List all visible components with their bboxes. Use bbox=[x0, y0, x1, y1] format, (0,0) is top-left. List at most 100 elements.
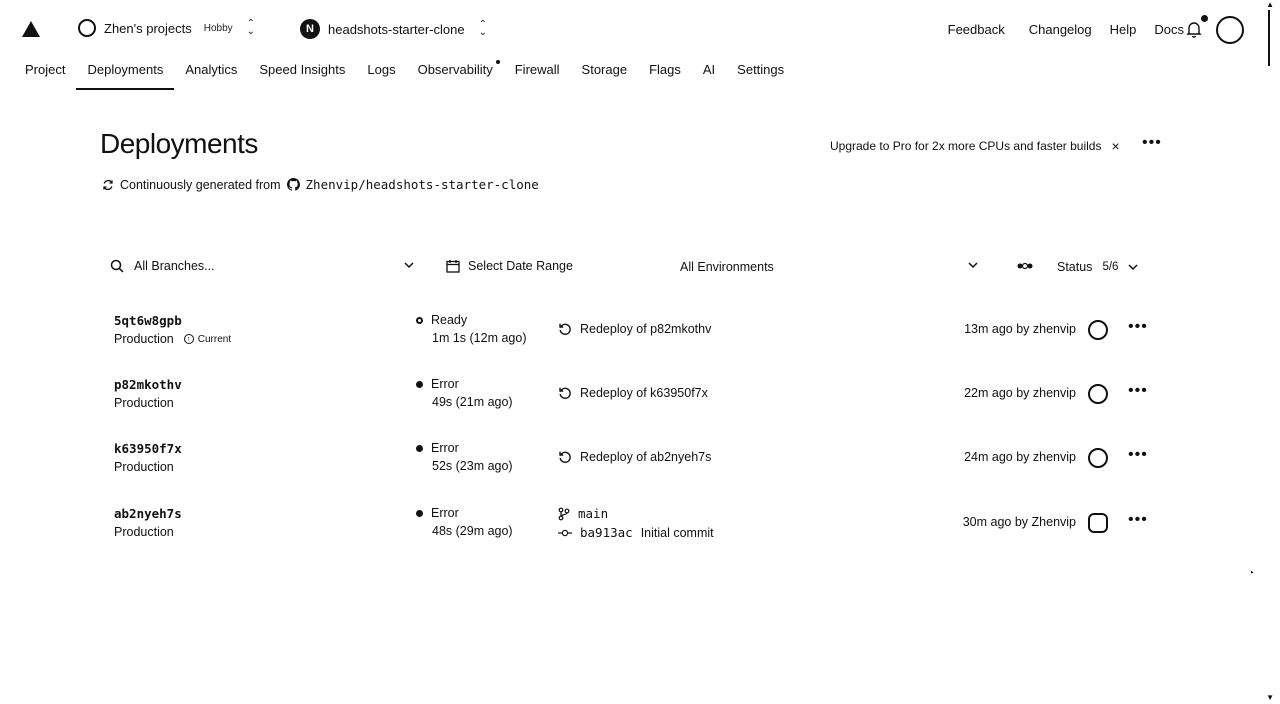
author-avatar bbox=[1088, 448, 1108, 468]
commit-message: Initial commit bbox=[640, 525, 714, 540]
tab-firewall[interactable]: Firewall bbox=[504, 60, 571, 90]
user-avatar[interactable] bbox=[1216, 16, 1244, 44]
current-icon: ↑ bbox=[183, 334, 194, 344]
deployment-source-text: Redeploy of k63950f7x bbox=[580, 386, 708, 400]
deployment-source-text: Redeploy of p82mkothv bbox=[580, 322, 712, 336]
tab-flags[interactable]: Flags bbox=[638, 60, 692, 90]
author-avatar bbox=[1088, 384, 1108, 404]
new-indicator-dot bbox=[495, 60, 500, 64]
deployment-duration: 52s (23m ago) bbox=[432, 459, 513, 473]
refresh-icon bbox=[103, 179, 113, 190]
row-more-menu-icon[interactable]: ••• bbox=[1128, 511, 1148, 529]
project-switcher[interactable]: N headshots-starter-clone ⌃ ⌄ bbox=[300, 19, 487, 39]
deployment-duration: 49s (21m ago) bbox=[432, 395, 513, 409]
source-info: Continuously generated from Zhenvip/head… bbox=[102, 177, 539, 192]
page-title: Deployments bbox=[100, 128, 258, 159]
current-badge: ↑ Current bbox=[183, 334, 231, 345]
close-icon[interactable]: × bbox=[1111, 138, 1119, 154]
deployment-source: main ba913ac Initial commit bbox=[558, 506, 714, 540]
status-colors-icon[interactable] bbox=[1017, 261, 1033, 271]
branch-name[interactable]: main bbox=[578, 506, 608, 521]
chevron-updown-icon[interactable]: ⌃ ⌄ bbox=[247, 19, 255, 37]
github-icon bbox=[286, 178, 300, 191]
deployment-environment: Production bbox=[114, 525, 174, 539]
deployment-id-cell: ab2nyeh7s Production bbox=[114, 506, 182, 539]
environment-filter[interactable]: All Environments bbox=[680, 260, 774, 274]
deployment-duration: 1m 1s (12m ago) bbox=[432, 331, 527, 345]
deployment-row[interactable]: p82mkothv Production Error 49s (21m ago)… bbox=[100, 377, 1160, 427]
deployment-row[interactable]: k63950f7x Production Error 52s (23m ago)… bbox=[100, 441, 1160, 491]
repo-link[interactable]: Zhenvip/headshots-starter-clone bbox=[306, 177, 539, 192]
changelog-link[interactable]: Changelog bbox=[1029, 22, 1092, 37]
team-avatar bbox=[78, 19, 96, 37]
row-more-menu-icon[interactable]: ••• bbox=[1128, 446, 1148, 464]
status-error-dot bbox=[416, 444, 423, 452]
top-bar: Zhen's projects Hobby ⌃ ⌄ N headshots-sta… bbox=[0, 0, 1280, 60]
chevron-down-icon[interactable] bbox=[404, 260, 414, 270]
deployment-status-cell: Error 48s (29m ago) bbox=[416, 506, 513, 538]
tab-deployments[interactable]: Deployments bbox=[76, 60, 175, 90]
upgrade-link[interactable]: Upgrade to Pro for 2x more CPUs and fast… bbox=[830, 139, 1101, 153]
deployment-id[interactable]: k63950f7x bbox=[114, 441, 182, 456]
deployment-source: Redeploy of k63950f7x bbox=[558, 386, 708, 400]
branch-filter-placeholder: All Branches... bbox=[134, 259, 215, 273]
deployment-id-cell: p82mkothv Production bbox=[114, 377, 182, 410]
chevron-updown-icon[interactable]: ⌃ ⌄ bbox=[479, 20, 487, 38]
deployment-source-text: Redeploy of ab2nyeh7s bbox=[580, 450, 712, 464]
date-range-label: Select Date Range bbox=[468, 259, 573, 273]
docs-link[interactable]: Docs bbox=[1154, 22, 1184, 37]
git-branch-icon bbox=[558, 507, 570, 520]
tab-ai[interactable]: AI bbox=[692, 60, 726, 90]
notification-bell-icon[interactable] bbox=[1186, 20, 1202, 38]
vercel-logo-icon[interactable] bbox=[22, 21, 40, 37]
deployment-status: Ready bbox=[431, 313, 468, 327]
tab-observability[interactable]: Observability bbox=[407, 60, 504, 90]
branch-filter[interactable]: All Branches... bbox=[110, 259, 215, 273]
row-more-menu-icon[interactable]: ••• bbox=[1128, 318, 1148, 336]
tab-speed-insights[interactable]: Speed Insights bbox=[248, 60, 356, 90]
page-more-menu-icon[interactable]: ••• bbox=[1142, 134, 1162, 152]
scroll-up-arrow-icon[interactable]: ▲ bbox=[1266, 0, 1274, 9]
scroll-down-arrow-icon[interactable]: ▼ bbox=[1266, 693, 1274, 702]
team-switcher[interactable]: Zhen's projects Hobby ⌃ ⌄ bbox=[78, 19, 255, 37]
deployment-status-cell: Ready 1m 1s (12m ago) bbox=[416, 313, 526, 345]
notification-dot bbox=[1201, 15, 1208, 22]
deployment-row[interactable]: ab2nyeh7s Production Error 48s (29m ago)… bbox=[100, 506, 1160, 556]
chevron-down-icon bbox=[1128, 264, 1138, 271]
deployment-time-author: 30m ago by Zhenvip bbox=[962, 515, 1076, 529]
top-links: Feedback Changelog Help Docs bbox=[948, 22, 1184, 37]
tab-storage[interactable]: Storage bbox=[571, 60, 639, 90]
calendar-icon bbox=[446, 260, 460, 273]
team-name: Zhen's projects bbox=[104, 20, 192, 36]
date-range-picker[interactable]: Select Date Range bbox=[446, 259, 573, 273]
deployment-id[interactable]: 5qt6w8gpb bbox=[114, 313, 231, 328]
git-commit-icon bbox=[558, 529, 572, 536]
scrollbar-thumb[interactable] bbox=[1268, 10, 1270, 66]
tab-analytics[interactable]: Analytics bbox=[174, 60, 248, 90]
status-filter[interactable]: Status 5/6 bbox=[1057, 260, 1138, 274]
deployment-environment: Production bbox=[114, 332, 174, 346]
author-avatar bbox=[1088, 320, 1108, 340]
deployment-time-author: 24m ago by zhenvip bbox=[964, 450, 1076, 464]
deployment-row[interactable]: 5qt6w8gpb Production ↑ Current Ready 1m … bbox=[100, 313, 1160, 363]
deployment-time-author: 13m ago by zhenvip bbox=[964, 322, 1076, 336]
deployment-status-cell: Error 52s (23m ago) bbox=[416, 441, 513, 473]
deployment-id[interactable]: p82mkothv bbox=[114, 377, 182, 392]
tab-project[interactable]: Project bbox=[14, 60, 76, 90]
deployment-id[interactable]: ab2nyeh7s bbox=[114, 506, 182, 521]
chevron-down-icon[interactable] bbox=[968, 260, 978, 270]
deployment-id-cell: k63950f7x Production bbox=[114, 441, 182, 474]
status-ready-dot bbox=[416, 316, 423, 324]
help-link[interactable]: Help bbox=[1110, 22, 1137, 37]
commit-hash[interactable]: ba913ac bbox=[580, 525, 633, 540]
deployment-source: Redeploy of p82mkothv bbox=[558, 322, 711, 336]
feedback-link[interactable]: Feedback bbox=[948, 22, 1005, 37]
author-avatar bbox=[1088, 513, 1108, 533]
tab-settings[interactable]: Settings bbox=[726, 60, 795, 90]
tab-logs[interactable]: Logs bbox=[356, 60, 406, 90]
deployment-status-cell: Error 49s (21m ago) bbox=[416, 377, 513, 409]
deployment-environment: Production bbox=[114, 396, 174, 410]
source-prefix: Continuously generated from bbox=[120, 177, 281, 192]
feedback-widget-icon[interactable]: ◔ bbox=[1248, 568, 1254, 579]
row-more-menu-icon[interactable]: ••• bbox=[1128, 382, 1148, 400]
